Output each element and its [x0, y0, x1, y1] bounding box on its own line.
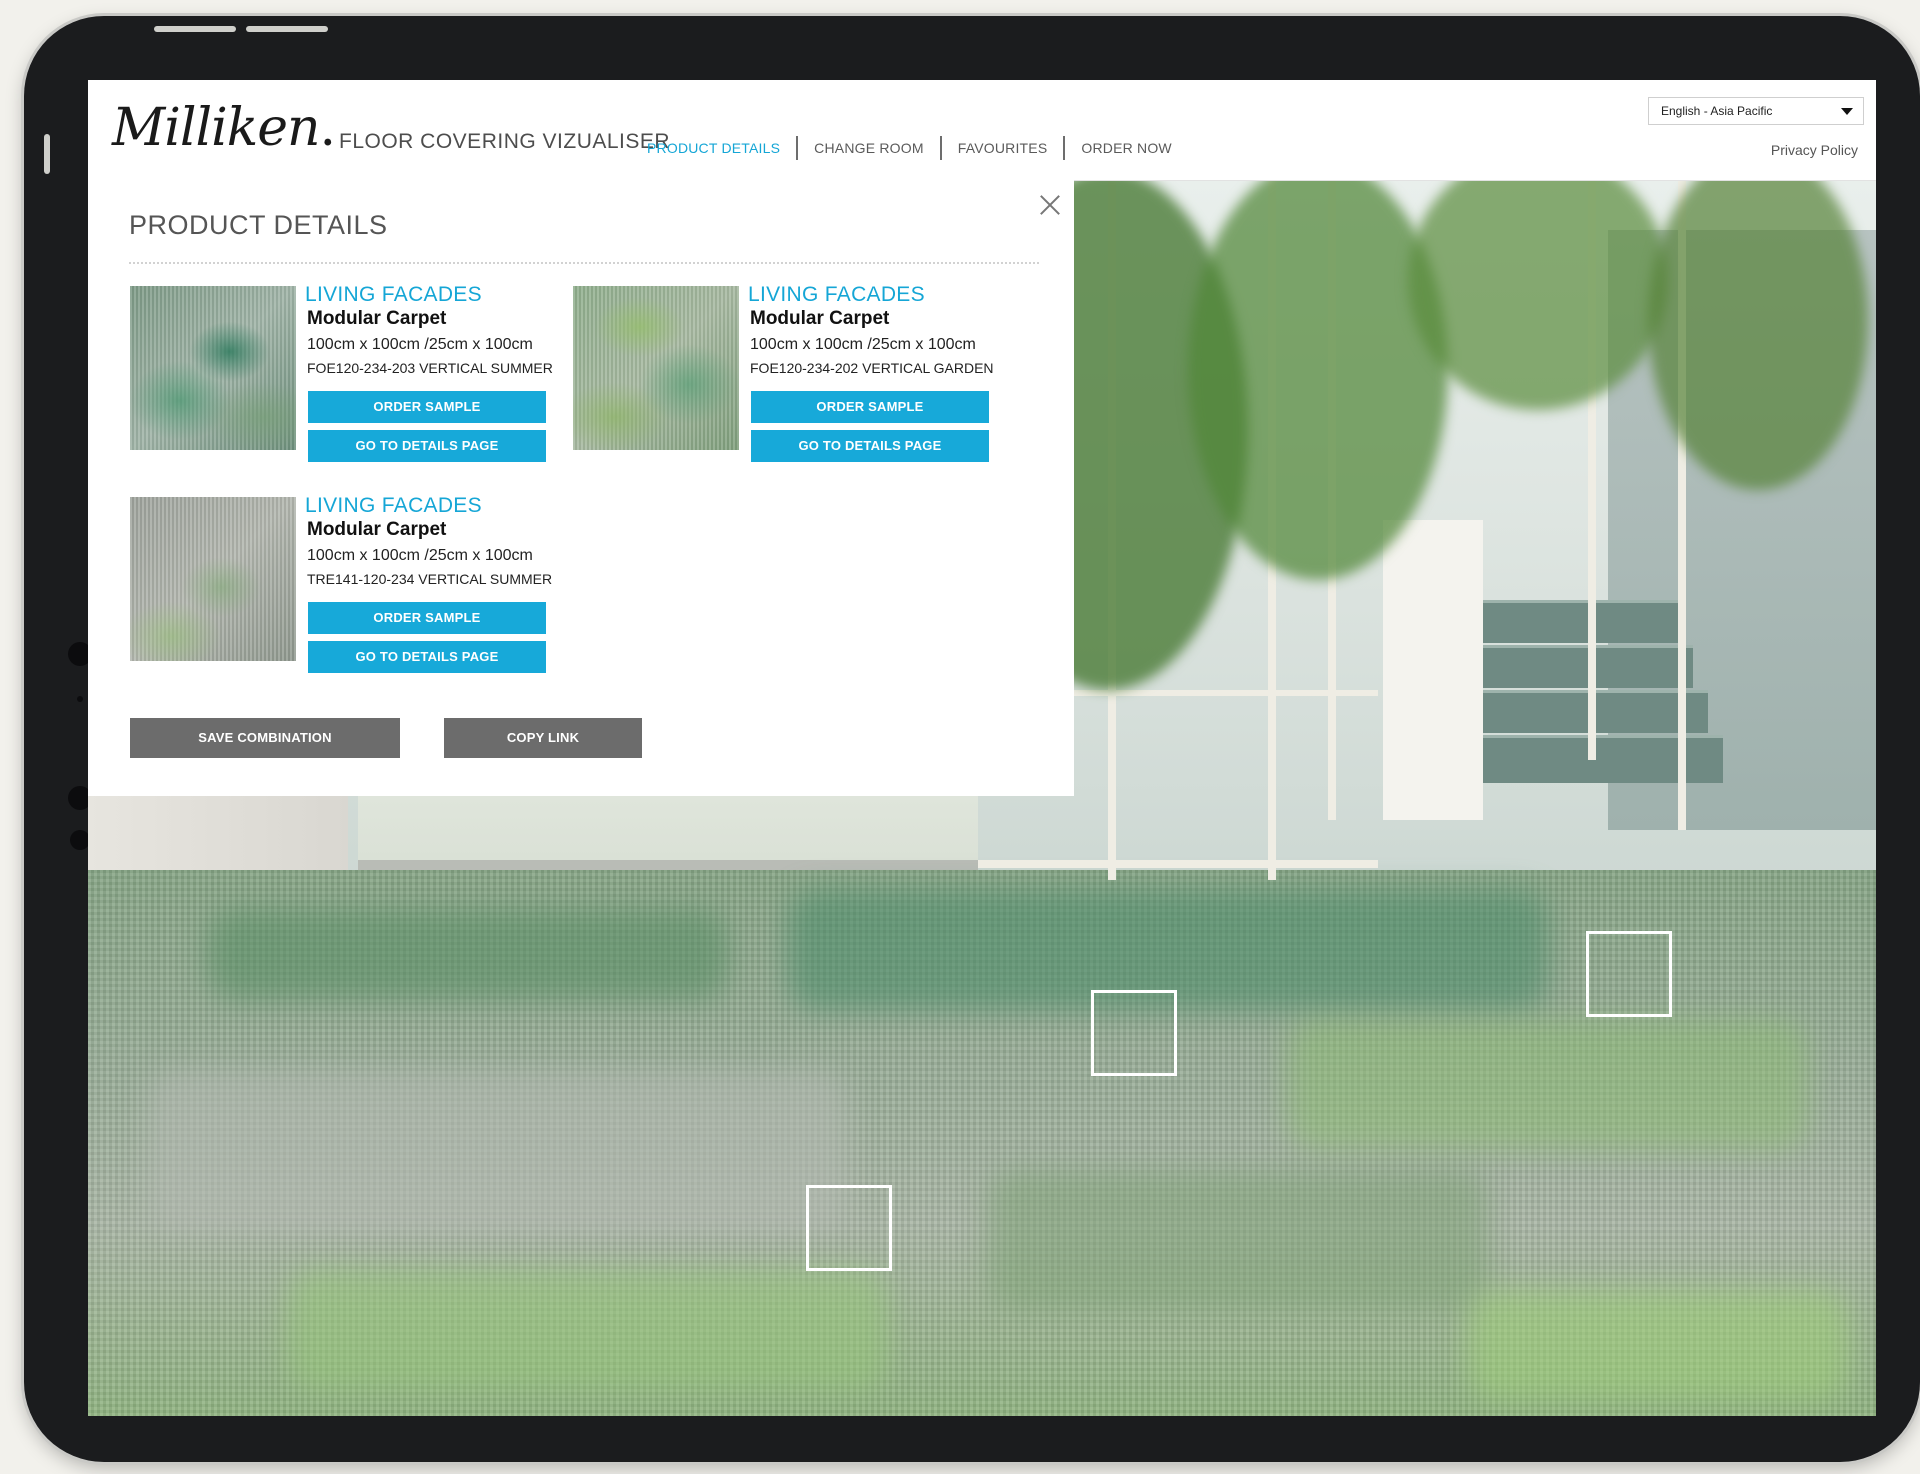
product-swatch[interactable] [130, 286, 296, 450]
carpet-pattern [1468, 1290, 1848, 1400]
hanging-plants [1408, 150, 1668, 410]
product-series: LIVING FACADES [305, 283, 482, 306]
tablet-top-button [246, 26, 328, 32]
panel-title: PRODUCT DETAILS [129, 210, 388, 240]
app-title: FLOOR COVERING VIZUALISER [339, 130, 671, 153]
details-page-button[interactable]: GO TO DETAILS PAGE [751, 430, 989, 462]
order-sample-button[interactable]: ORDER SAMPLE [751, 391, 989, 423]
sensor-dot [70, 830, 90, 850]
landing-wall [1383, 520, 1483, 820]
product-series: LIVING FACADES [748, 283, 925, 306]
order-sample-button[interactable]: ORDER SAMPLE [308, 391, 546, 423]
language-value: English - Asia Pacific [1661, 104, 1773, 118]
frame-rail [978, 860, 1378, 868]
floor-tile-marker[interactable] [806, 1185, 892, 1271]
divider [129, 262, 1039, 264]
carpet-pattern [288, 1270, 888, 1390]
tablet-top-button [154, 26, 236, 32]
product-size: 100cm x 100cm /25cm x 100cm [750, 336, 976, 353]
chevron-down-icon [1841, 108, 1853, 115]
product-details-panel: PRODUCT DETAILS LIVING FACADES Modular C… [88, 180, 1074, 796]
floor-tile-marker[interactable] [1091, 990, 1177, 1076]
milliken-logo[interactable]: Milliken. [112, 98, 336, 158]
floor-tile-marker[interactable] [1586, 931, 1672, 1017]
nav-order-now[interactable]: ORDER NOW [1063, 136, 1187, 160]
product-size: 100cm x 100cm /25cm x 100cm [307, 547, 533, 564]
main-nav: PRODUCT DETAILS CHANGE ROOM FAVOURITES O… [647, 136, 1188, 160]
product-swatch[interactable] [573, 286, 739, 450]
close-icon[interactable] [1037, 192, 1063, 218]
details-page-button[interactable]: GO TO DETAILS PAGE [308, 641, 546, 673]
logo-text: Milliken [112, 98, 321, 158]
language-select[interactable]: English - Asia Pacific [1648, 97, 1864, 125]
details-page-button[interactable]: GO TO DETAILS PAGE [308, 430, 546, 462]
product-code: TRE141-120-234 VERTICAL SUMMER [307, 571, 553, 587]
product-swatch[interactable] [130, 497, 296, 661]
carpet-pattern [148, 1070, 848, 1230]
carpet-pattern [208, 910, 728, 1000]
hanging-plants [1648, 150, 1868, 490]
product-size: 100cm x 100cm /25cm x 100cm [307, 336, 533, 353]
product-type: Modular Carpet [307, 519, 447, 540]
product-type: Modular Carpet [750, 308, 890, 329]
hanging-plants [1188, 160, 1448, 580]
nav-change-room[interactable]: CHANGE ROOM [796, 136, 940, 160]
order-sample-button[interactable]: ORDER SAMPLE [308, 602, 546, 634]
nav-product-details[interactable]: PRODUCT DETAILS [647, 136, 796, 160]
product-code: FOE120-234-202 VERTICAL GARDEN [750, 360, 994, 376]
product-series: LIVING FACADES [305, 494, 482, 517]
copy-link-button[interactable]: COPY LINK [444, 718, 642, 758]
save-combination-button[interactable]: SAVE COMBINATION [130, 718, 400, 758]
product-code: FOE120-234-203 VERTICAL SUMMER [307, 360, 553, 376]
product-type: Modular Carpet [307, 308, 447, 329]
carpet-pattern [1288, 1020, 1808, 1150]
app-screen: Milliken. FLOOR COVERING VIZUALISER PROD… [88, 80, 1876, 1416]
sensor-dot [77, 696, 83, 702]
carpet-pattern [988, 1170, 1488, 1310]
app-header: Milliken. FLOOR COVERING VIZUALISER PROD… [88, 80, 1876, 181]
tablet-side-button [44, 134, 50, 174]
nav-favourites[interactable]: FAVOURITES [939, 136, 1064, 160]
privacy-policy-link[interactable]: Privacy Policy [1771, 142, 1858, 158]
